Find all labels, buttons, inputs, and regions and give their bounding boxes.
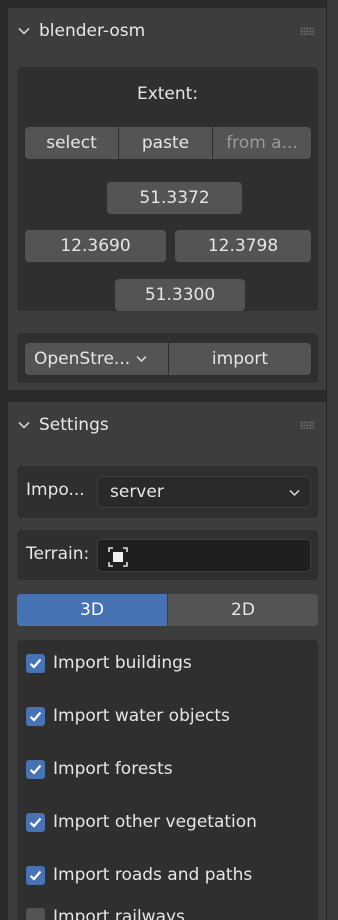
chevron-down-icon	[18, 421, 30, 429]
panel-title: blender-osm	[39, 21, 146, 41]
checkbox-import-forests[interactable]: Import forests	[26, 756, 173, 782]
checkbox-label: Import water objects	[53, 706, 230, 726]
extent-label: Extent:	[136, 84, 199, 104]
terrain-label: Terrain:	[26, 544, 90, 564]
checkbox-checked-icon[interactable]	[26, 653, 45, 673]
panel-title: Settings	[39, 415, 109, 435]
checkbox-import-buildings[interactable]: Import buildings	[26, 650, 192, 676]
import-from-value: server	[110, 482, 164, 502]
checkbox-label: Import forests	[53, 759, 173, 779]
panel-header-blender-osm[interactable]: blender-osm	[8, 8, 326, 54]
checkbox-checked-icon[interactable]	[26, 706, 45, 726]
drag-grip-icon[interactable]	[300, 421, 314, 429]
checkbox-label: Import other vegetation	[53, 812, 257, 832]
checkbox-import-other-vegetation[interactable]: Import other vegetation	[26, 809, 257, 835]
checkbox-label: Import roads and paths	[53, 865, 253, 885]
region-scrollbar[interactable]	[326, 0, 338, 920]
tab-3d[interactable]: 3D	[17, 594, 167, 626]
chevron-down-icon	[136, 355, 147, 363]
checkbox-label: Import railways	[53, 907, 185, 920]
from-addon-button[interactable]: from a...	[213, 127, 311, 159]
drag-grip-icon[interactable]	[300, 27, 314, 35]
tab-2d[interactable]: 2D	[168, 594, 318, 626]
terrain-object-field[interactable]	[97, 539, 311, 572]
chevron-down-icon	[289, 489, 300, 497]
checkbox-checked-icon[interactable]	[26, 759, 45, 779]
chevron-down-icon	[18, 27, 30, 35]
object-icon	[108, 547, 128, 567]
checkbox-unchecked-icon[interactable]	[26, 907, 45, 920]
sidebar-panel: blender-osm Extent: select paste from a.…	[0, 0, 338, 920]
select-button[interactable]: select	[25, 127, 118, 159]
paste-button[interactable]: paste	[119, 127, 212, 159]
checkbox-checked-icon[interactable]	[26, 865, 45, 885]
north-lat-field[interactable]: 51.3372	[107, 182, 242, 214]
checkbox-checked-icon[interactable]	[26, 812, 45, 832]
west-lon-field[interactable]: 12.3690	[25, 230, 166, 262]
checkbox-import-roads-and-paths[interactable]: Import roads and paths	[26, 862, 252, 888]
data-source-dropdown[interactable]: OpenStre...	[25, 343, 168, 375]
import-from-label: Impo...	[26, 480, 85, 500]
checkbox-label: Import buildings	[53, 653, 192, 673]
data-source-value: OpenStre...	[34, 349, 131, 369]
checkbox-import-water-objects[interactable]: Import water objects	[26, 703, 230, 729]
east-lon-field[interactable]: 12.3798	[175, 230, 311, 262]
import-from-dropdown[interactable]: server	[97, 476, 311, 508]
south-lat-field[interactable]: 51.3300	[115, 279, 245, 311]
checkbox-import-railways[interactable]: Import railways	[26, 904, 185, 920]
panel-header-settings[interactable]: Settings	[8, 402, 326, 448]
import-button[interactable]: import	[169, 343, 311, 375]
